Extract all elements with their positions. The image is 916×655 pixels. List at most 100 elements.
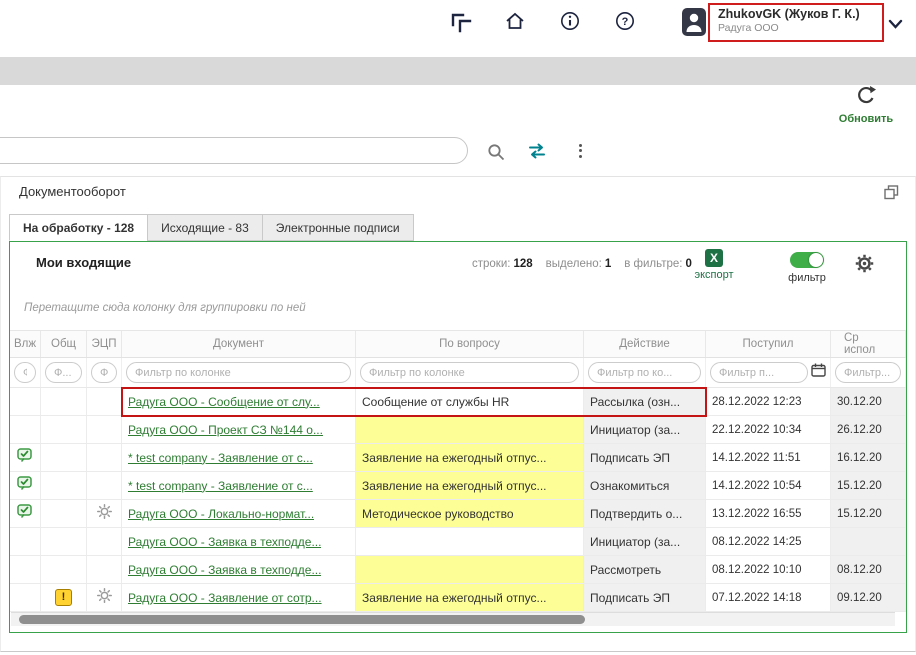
document-link[interactable]: Радуга ООО - Сообщение от слу... [128, 395, 320, 409]
document-link[interactable]: Радуга ООО - Заявка в техподде... [128, 535, 321, 549]
action-cell: Подтвердить о... [584, 500, 706, 527]
action-text: Рассылка (озн... [590, 395, 680, 409]
home-icon[interactable] [504, 10, 526, 32]
svg-text:?: ? [622, 16, 629, 28]
due-text: 08.12.20 [837, 564, 882, 576]
chevron-down-icon[interactable] [888, 16, 903, 34]
stat-rows-label: строки: [472, 258, 510, 270]
stat-selected: выделено:1 [546, 258, 612, 270]
col-due[interactable]: Ср испол [831, 331, 906, 357]
attachment-check-icon [17, 448, 34, 468]
topbar: ? ZhukovGK (Жуков Г. К.) Радуга ООО [0, 0, 916, 45]
attachment-check-icon [17, 504, 34, 524]
table-row[interactable]: * test company - Заявление от с... Заявл… [10, 444, 906, 472]
subject-cell [356, 556, 584, 583]
filter-toggle[interactable] [790, 252, 824, 268]
due-text: 15.12.20 [837, 480, 882, 492]
filter-shared-input[interactable] [45, 362, 82, 383]
documents-table: Влж Общ ЭЦП Документ По вопросу Действие… [10, 330, 906, 612]
user-avatar-icon[interactable] [682, 8, 706, 36]
popout-window-icon[interactable] [884, 185, 899, 205]
app-logo-icon[interactable] [448, 10, 474, 36]
action-cell: Рассмотреть [584, 556, 706, 583]
subject-text: Сообщение от службы HR [362, 395, 509, 409]
col-attach[interactable]: Влж [10, 331, 41, 357]
filter-action-input[interactable] [588, 362, 701, 383]
received-cell: 13.12.2022 16:55 [706, 500, 831, 527]
filter-signature-input[interactable] [91, 362, 117, 383]
filter-document-cell [122, 358, 356, 387]
document-link[interactable]: Радуга ООО - Локально-нормат... [128, 507, 314, 521]
document-link[interactable]: * test company - Заявление от с... [128, 451, 313, 465]
table-row[interactable]: Радуга ООО - Локально-нормат... Методиче… [10, 500, 906, 528]
received-text: 08.12.2022 14:25 [712, 536, 802, 548]
signature-cell [87, 388, 122, 415]
gear-icon[interactable] [855, 254, 874, 278]
tab-inbox[interactable]: На обработку - 128 [9, 214, 147, 241]
search-input[interactable] [0, 137, 468, 164]
filter-subject-input[interactable] [360, 362, 579, 383]
shared-cell [41, 472, 87, 499]
excel-export-icon[interactable]: X [705, 249, 723, 267]
col-document[interactable]: Документ [122, 331, 356, 357]
search-icon[interactable] [487, 143, 505, 166]
shared-cell [41, 444, 87, 471]
sync-arrows-icon[interactable] [527, 142, 547, 165]
stat-selected-label: выделено: [546, 258, 602, 270]
calendar-icon[interactable] [811, 363, 826, 382]
help-icon[interactable]: ? [614, 10, 636, 32]
col-shared[interactable]: Общ [41, 331, 87, 357]
shared-cell [41, 500, 87, 527]
due-cell: 15.12.20 [831, 472, 906, 499]
col-subject[interactable]: По вопросу [356, 331, 584, 357]
due-text: 30.12.20 [837, 396, 882, 408]
col-received[interactable]: Поступил [706, 331, 831, 357]
col-action[interactable]: Действие [584, 331, 706, 357]
col-signature[interactable]: ЭЦП [87, 331, 122, 357]
filter-subject-cell [356, 358, 584, 387]
table-row[interactable]: Радуга ООО - Сообщение от слу... Сообщен… [10, 388, 906, 416]
received-text: 07.12.2022 14:18 [712, 592, 802, 604]
horizontal-scrollbar-thumb[interactable] [19, 615, 585, 624]
tab-outgoing[interactable]: Исходящие - 83 [147, 214, 262, 241]
filter-due-input[interactable] [835, 362, 901, 383]
refresh-icon[interactable] [855, 94, 877, 111]
attachment-cell [10, 444, 41, 471]
table-row[interactable]: ! Радуга ООО - Заявление от сотр... Заяв… [10, 584, 906, 612]
signature-cell [87, 416, 122, 443]
warning-icon: ! [55, 589, 72, 606]
document-link[interactable]: Радуга ООО - Заявка в техподде... [128, 563, 321, 577]
received-text: 13.12.2022 16:55 [712, 508, 802, 520]
info-icon[interactable] [559, 10, 581, 32]
signature-cell [87, 472, 122, 499]
document-link[interactable]: * test company - Заявление от с... [128, 479, 313, 493]
document-link[interactable]: Радуга ООО - Проект СЗ №144 о... [128, 423, 323, 437]
horizontal-scrollbar[interactable] [11, 612, 895, 626]
user-menu[interactable]: ZhukovGK (Жуков Г. К.) Радуга ООО [708, 3, 884, 42]
refresh-button[interactable]: Обновить [828, 85, 904, 125]
document-cell: Радуга ООО - Проект СЗ №144 о... [122, 416, 356, 443]
action-cell: Подписать ЭП [584, 584, 706, 611]
filter-attach-input[interactable] [14, 362, 36, 383]
col-due-line2: испол [844, 344, 875, 356]
subject-cell: Сообщение от службы HR [356, 388, 584, 415]
attachment-cell [10, 528, 41, 555]
due-text: 15.12.20 [837, 508, 882, 520]
received-text: 14.12.2022 11:51 [712, 452, 801, 464]
table-row[interactable]: Радуга ООО - Проект СЗ №144 о... Инициат… [10, 416, 906, 444]
table-row[interactable]: Радуга ООО - Заявка в техподде... Инициа… [10, 528, 906, 556]
documents-panel: Документооборот На обработку - 128 Исход… [0, 176, 916, 652]
due-cell: 09.12.20 [831, 584, 906, 611]
filter-document-input[interactable] [126, 362, 351, 383]
table-row[interactable]: * test company - Заявление от с... Заявл… [10, 472, 906, 500]
action-text: Подписать ЭП [590, 451, 670, 465]
filter-received-input[interactable] [710, 362, 808, 383]
document-link[interactable]: Радуга ООО - Заявление от сотр... [128, 591, 322, 605]
export-button[interactable]: X экспорт [688, 249, 740, 281]
filter-due-cell [831, 358, 906, 387]
received-cell: 14.12.2022 11:51 [706, 444, 831, 471]
table-row[interactable]: Радуга ООО - Заявка в техподде... Рассмо… [10, 556, 906, 584]
kebab-menu-icon[interactable] [574, 141, 586, 160]
stat-selected-value: 1 [605, 258, 611, 270]
tab-signatures[interactable]: Электронные подписи [262, 214, 414, 241]
